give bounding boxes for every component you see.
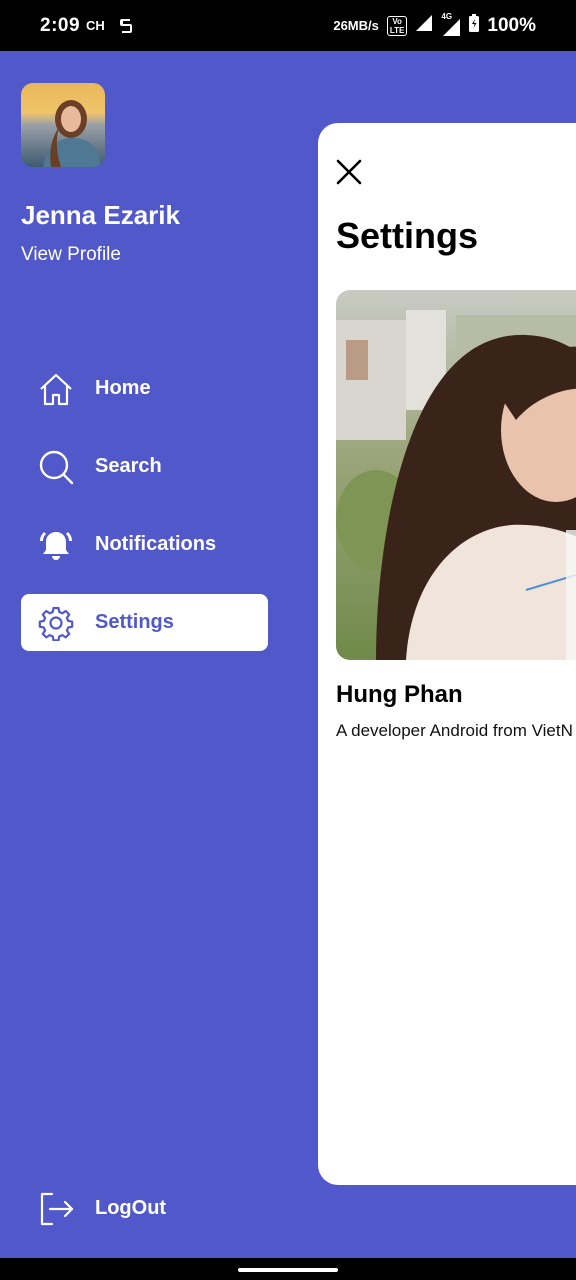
view-profile-link[interactable]: View Profile <box>21 244 121 266</box>
menu-label-notifications: Notifications <box>95 533 217 555</box>
page-title: Settings <box>336 215 479 256</box>
menu-item-notifications[interactable]: Notifications <box>21 516 268 573</box>
user-name: Jenna Ezarik <box>21 200 180 230</box>
settings-panel[interactable]: Settings Hung Phan A developer Android f… <box>318 123 576 1185</box>
menu-label-search: Search <box>95 455 162 477</box>
status-ampm: CH <box>86 18 105 33</box>
profile-photo <box>336 290 576 660</box>
gesture-nav-bar <box>0 1258 576 1280</box>
logout-button[interactable]: LogOut <box>21 1180 221 1237</box>
menu-item-settings[interactable]: Settings <box>21 594 268 651</box>
app-screen: 2:09 CH 26MB/s Vo LTE 4G 100% Jenna Ezar… <box>0 0 576 1280</box>
status-time: 2:09 <box>40 14 81 36</box>
home-icon <box>37 370 75 408</box>
search-icon <box>37 448 75 486</box>
menu-item-search[interactable]: Search <box>21 438 268 495</box>
menu-label-settings: Settings <box>95 611 174 633</box>
status-right: 26MB/s Vo LTE 4G 100% <box>333 12 536 37</box>
network-speed: 26MB/s <box>333 18 379 33</box>
bell-icon <box>37 526 75 564</box>
signal-icon <box>415 14 433 37</box>
card-description: A developer Android from VietN <box>336 721 573 740</box>
menu-item-home[interactable]: Home <box>21 360 268 417</box>
home-gesture-pill[interactable] <box>238 1268 338 1272</box>
battery-icon <box>469 14 480 37</box>
gear-icon <box>37 604 75 642</box>
status-bar: 2:09 CH 26MB/s Vo LTE 4G 100% <box>0 0 576 51</box>
volte-icon: Vo LTE <box>386 15 408 36</box>
signal-4g-icon: 4G <box>441 12 461 36</box>
close-icon[interactable] <box>334 157 364 187</box>
avatar[interactable] <box>21 83 105 167</box>
card-name: Hung Phan <box>336 681 463 708</box>
logout-label: LogOut <box>95 1197 167 1219</box>
app-notification-icon <box>119 17 133 35</box>
menu-label-home: Home <box>95 377 151 399</box>
battery-level: 100% <box>487 14 536 36</box>
logout-icon <box>37 1190 75 1228</box>
